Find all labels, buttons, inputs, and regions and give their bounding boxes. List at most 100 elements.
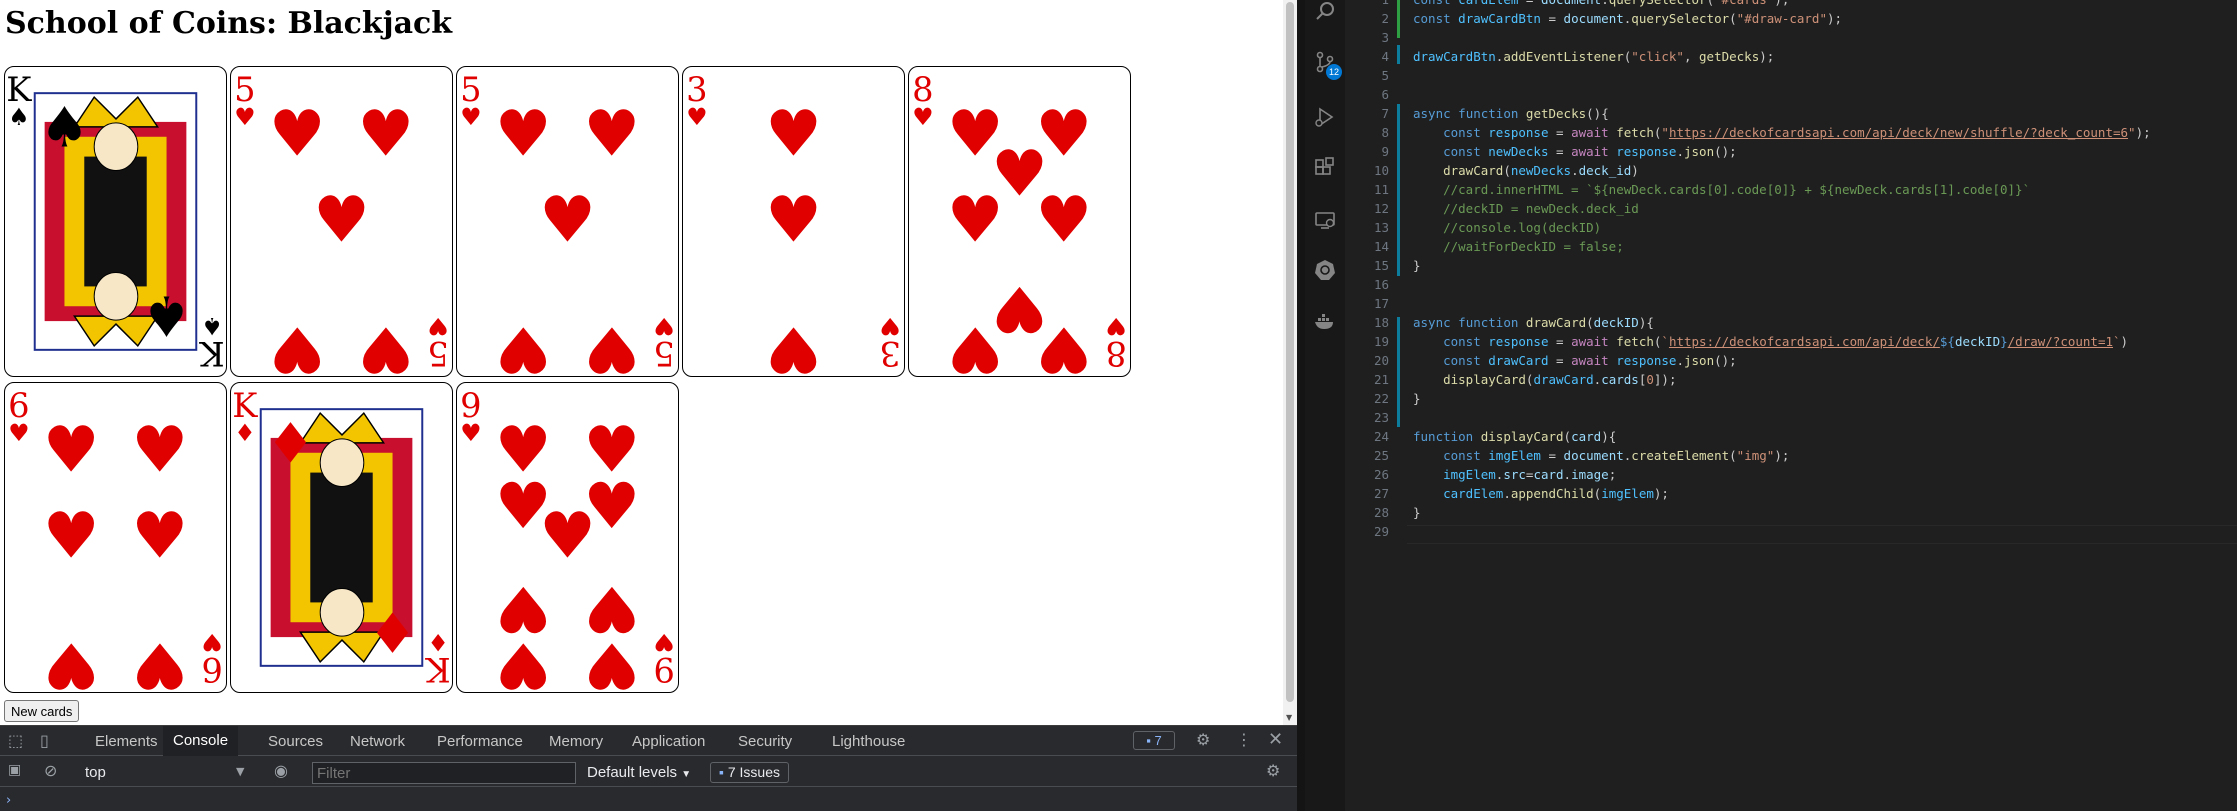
- card-pip-icon: ♥: [495, 312, 552, 376]
- search-icon[interactable]: [1313, 0, 1337, 24]
- clear-console-icon[interactable]: ⊘: [44, 761, 57, 780]
- page-scrollbar[interactable]: ▼: [1283, 0, 1297, 725]
- card-corner-suit-icon: ♥: [1105, 312, 1126, 340]
- line-number: 26: [1373, 467, 1389, 482]
- card-face-suit-icon: ♠: [40, 96, 90, 161]
- kubernetes-icon[interactable]: [1313, 258, 1337, 282]
- extensions-icon[interactable]: [1313, 156, 1337, 180]
- code-line[interactable]: //console.log(deckID): [1413, 220, 1601, 235]
- git-modified-marker: [1397, 104, 1400, 276]
- code-line[interactable]: }: [1413, 258, 1421, 273]
- source-control-badge: 12: [1326, 64, 1342, 80]
- card-corner-suit-icon: ♥: [653, 312, 674, 340]
- playing-card: 8 ♥ 8 ♥ ♥ ♥ ♥ ♥ ♥ ♥ ♥ ♥: [908, 66, 1131, 377]
- console-toolbar: ▣ ⊘ top ▼ ◉ Default levels ▼ ▪ 7 Issues …: [0, 757, 1297, 787]
- card-pip-icon: ♥: [131, 628, 188, 692]
- line-number: 3: [1381, 30, 1389, 45]
- code-line[interactable]: const imgElem = document.createElement("…: [1413, 448, 1789, 463]
- card-pip-icon: ♥: [947, 312, 1004, 376]
- current-line-highlight: [1407, 525, 2237, 544]
- line-number: 6: [1381, 87, 1389, 102]
- card-pip-icon: ♥: [43, 628, 100, 692]
- line-number: 21: [1373, 372, 1389, 387]
- line-number: 1: [1345, 0, 1389, 7]
- card-corner-suit-icon: ♥: [8, 419, 29, 447]
- more-options-icon[interactable]: ⋮: [1236, 730, 1252, 749]
- console-settings-icon[interactable]: ⚙: [1266, 761, 1280, 780]
- card-pip-icon: ♥: [1035, 182, 1092, 256]
- line-number: 24: [1373, 429, 1389, 444]
- code-line[interactable]: const drawCard = await response.json();: [1413, 353, 1737, 368]
- card-corner-suit-icon: ♠: [201, 312, 222, 340]
- code-line[interactable]: drawCard(newDecks.deck_id): [1413, 163, 1639, 178]
- settings-gear-icon[interactable]: ⚙: [1196, 730, 1210, 749]
- card-pip-icon: ♥: [313, 182, 370, 256]
- vscode-activity-bar: [1305, 0, 1345, 811]
- code-line[interactable]: const cardElem = document.querySelector(…: [1413, 0, 1789, 7]
- devtools-tab-memory[interactable]: Memory: [549, 733, 603, 750]
- line-number: 19: [1373, 334, 1389, 349]
- card-pip-icon: ♥: [583, 628, 640, 692]
- card-pip-icon: ♥: [43, 498, 100, 572]
- code-line[interactable]: const response = await fetch("https://de…: [1413, 125, 2151, 140]
- devtools-tab-network[interactable]: Network: [350, 733, 405, 750]
- code-line[interactable]: }: [1413, 505, 1421, 520]
- card-corner-suit-icon: ♥: [201, 628, 222, 656]
- issues-count-badge[interactable]: ▪ 7: [1133, 731, 1175, 750]
- card-corner-suit-icon: ♦: [427, 628, 448, 656]
- git-modified-marker: [1397, 317, 1400, 427]
- code-line[interactable]: async function drawCard(deckID){: [1413, 315, 1654, 330]
- playing-card: K ♦ K ♦ ♦ ♦: [230, 382, 453, 693]
- card-face-suit-icon: ♦: [368, 598, 418, 663]
- devtools-tab-application[interactable]: Application: [632, 733, 705, 750]
- king-face: [319, 438, 365, 487]
- code-line[interactable]: cardElem.appendChild(imgElem);: [1413, 486, 1669, 501]
- playing-card: K ♠ K ♠ ♠ ♠: [4, 66, 227, 377]
- remote-explorer-icon[interactable]: [1313, 208, 1337, 232]
- card-pip-icon: ♥: [1035, 312, 1092, 376]
- code-line[interactable]: async function getDecks(){: [1413, 106, 1609, 121]
- devtools-tab-elements[interactable]: Elements: [95, 733, 158, 750]
- card-pip-icon: ♥: [131, 412, 188, 486]
- code-line[interactable]: const newDecks = await response.json();: [1413, 144, 1737, 159]
- close-devtools-icon[interactable]: ✕: [1268, 729, 1283, 750]
- inspect-element-icon[interactable]: ⬚: [8, 731, 23, 750]
- scrollbar-thumb[interactable]: [1286, 2, 1294, 702]
- devtools-tab-performance[interactable]: Performance: [437, 733, 523, 750]
- live-expression-eye-icon[interactable]: ◉: [274, 761, 288, 780]
- scroll-down-arrow-icon[interactable]: ▼: [1286, 713, 1292, 722]
- run-and-debug-icon[interactable]: [1313, 105, 1337, 129]
- devtools-tab-console[interactable]: Console: [163, 726, 239, 756]
- device-toolbar-icon[interactable]: ▯: [40, 731, 49, 750]
- card-pip-icon: ♥: [947, 182, 1004, 256]
- devtools-tab-lighthouse[interactable]: Lighthouse: [832, 733, 905, 750]
- new-cards-button[interactable]: New cards: [4, 700, 80, 722]
- line-number: 25: [1373, 448, 1389, 463]
- code-editor[interactable]: 1 const cardElem = document.querySelector…: [1345, 0, 2237, 811]
- line-number: 10: [1373, 163, 1389, 178]
- code-line[interactable]: //card.innerHTML = `${newDeck.cards[0].c…: [1413, 182, 2030, 197]
- window-divider: [1297, 0, 1305, 811]
- code-line[interactable]: }: [1413, 391, 1421, 406]
- code-line[interactable]: imgElem.src=card.image;: [1413, 467, 1616, 482]
- code-line[interactable]: //deckID = newDeck.deck_id: [1413, 201, 1639, 216]
- show-sidebar-icon[interactable]: ▣: [8, 762, 21, 778]
- code-line[interactable]: displayCard(drawCard.cards[0]);: [1413, 372, 1676, 387]
- console-prompt[interactable]: ›: [6, 793, 11, 808]
- code-line[interactable]: function displayCard(card){: [1413, 429, 1616, 444]
- card-pip-icon: ♥: [357, 312, 414, 376]
- code-line[interactable]: const drawCardBtn = document.querySelect…: [1413, 11, 1842, 26]
- code-line[interactable]: drawCardBtn.addEventListener("click", ge…: [1413, 49, 1774, 64]
- dropdown-caret-icon[interactable]: ▼: [236, 765, 244, 778]
- console-filter-input[interactable]: [312, 762, 576, 784]
- docker-icon[interactable]: [1313, 310, 1337, 334]
- line-number: 28: [1373, 505, 1389, 520]
- log-levels-dropdown[interactable]: Default levels ▼: [587, 764, 691, 781]
- issues-button[interactable]: ▪ 7 Issues: [710, 762, 789, 783]
- devtools-tab-security[interactable]: Security: [738, 733, 792, 750]
- code-line[interactable]: //waitForDeckID = false;: [1413, 239, 1624, 254]
- code-line[interactable]: const response = await fetch(`https://de…: [1413, 334, 2128, 349]
- context-selector[interactable]: top: [85, 764, 106, 781]
- devtools-tab-sources[interactable]: Sources: [268, 733, 323, 750]
- line-number: 7: [1381, 106, 1389, 121]
